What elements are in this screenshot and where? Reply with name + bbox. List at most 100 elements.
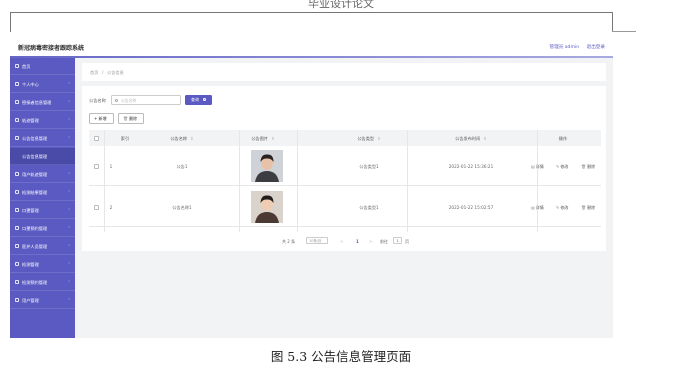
row-checkbox[interactable] — [94, 163, 99, 169]
column-header[interactable]: 公告名称 ⇕ — [170, 136, 193, 141]
column-header-label: 索引 — [120, 135, 130, 141]
row-action-detail-button[interactable]: ▤详情 — [531, 205, 544, 210]
menu-icon — [15, 262, 19, 266]
sidebar-item[interactable]: 个人中心 ˅ — [10, 76, 75, 93]
search-input[interactable]: 公告名称 — [111, 95, 181, 105]
next-page-button[interactable]: > — [369, 239, 372, 244]
content-panel: 公告名称 公告名称 查询 + 新增 🗑 删除 索引 公告名称 ⇕ 公告图片 ⇕ 公告类型 ⇕… — [82, 86, 606, 251]
sidebar-item[interactable]: 首页 — [10, 58, 75, 75]
sidebar-item-label: 检测结果管理 — [22, 190, 48, 195]
sidebar-item-label: 口罩管理 — [22, 208, 39, 213]
search-label: 公告名称 — [89, 98, 106, 103]
row-action-delete-button[interactable]: 🗑删除 — [581, 164, 595, 169]
query-button-label: 查询 — [191, 97, 199, 102]
sidebar-item-label: 口罩预约管理 — [22, 226, 48, 231]
menu-icon — [15, 226, 19, 230]
add-button-label: + 新增 — [94, 116, 107, 121]
chevron-down-icon: ˅ — [68, 118, 70, 123]
menu-icon — [15, 82, 19, 86]
sidebar-item[interactable]: 用户管理 ˅ — [10, 292, 75, 309]
announcement-image[interactable] — [251, 191, 283, 223]
app-title: 新冠病毒密接者跟踪系统 — [18, 45, 85, 52]
column-header[interactable]: 索引 — [121, 136, 129, 141]
sidebar-item[interactable]: 口罩管理 ˅ — [10, 202, 75, 219]
row-action-label: 修改 — [560, 205, 569, 210]
search-icon — [115, 98, 118, 102]
row-action-edit-button[interactable]: ✎修改 — [556, 205, 568, 210]
menu-icon — [15, 136, 19, 140]
logout-link[interactable]: 退出登录 — [587, 45, 605, 50]
sidebar-item-label: 检测预约管理 — [22, 280, 48, 285]
sort-icon: ⇕ — [190, 135, 194, 141]
column-header[interactable]: 公告图片 ⇕ — [251, 136, 274, 141]
sidebar-item[interactable]: 轨迹管理 ˅ — [10, 112, 75, 129]
chevron-down-icon: ˅ — [68, 226, 70, 231]
sidebar-item[interactable]: 检测管理 ˅ — [10, 256, 75, 273]
page-unit-label: 页 — [405, 238, 409, 244]
sidebar-item-label: 用户管理 — [22, 298, 39, 303]
breadcrumb-home[interactable]: 首页 — [90, 70, 98, 75]
sidebar-item-label: 公告信息管理 — [22, 136, 48, 141]
sidebar-item[interactable]: 检测结果管理 ˅ — [10, 184, 75, 201]
data-table: 索引 公告名称 ⇕ 公告图片 ⇕ 公告类型 ⇕ 公告发布时间 ⇕ 操作 1 公告1 公告类型1 2022… — [89, 130, 601, 232]
row-action-label: 详情 — [535, 164, 544, 169]
column-header-label: 公告发布时间 — [455, 135, 481, 141]
search-placeholder: 公告名称 — [121, 97, 137, 103]
sort-icon: ⇕ — [271, 135, 275, 141]
add-button[interactable]: + 新增 — [89, 113, 114, 124]
admin-label: 管理员 admin — [549, 45, 580, 50]
doc-margin-mark-left — [10, 12, 11, 32]
page-number-current[interactable]: 1 — [356, 239, 359, 244]
page-size-select[interactable]: 10条/页 — [306, 237, 328, 244]
goto-page-input[interactable]: 1 — [393, 237, 402, 244]
chevron-up-icon: ˄ — [68, 136, 70, 141]
top-bar: 新冠病毒密接者跟踪系统 管理员 admin 退出登录 — [10, 38, 613, 56]
sidebar-item[interactable]: 检测预约管理 ˅ — [10, 274, 75, 291]
menu-icon — [15, 172, 19, 176]
sidebar-item[interactable]: 口罩预约管理 ˅ — [10, 220, 75, 237]
sidebar-item-label: 检测管理 — [22, 262, 39, 267]
pagination: 共 2 条 10条/页 < 1 > 前往 1 页 — [82, 236, 606, 246]
breadcrumb: 首页 / 公告信息 — [82, 63, 606, 81]
sort-icon: ⇕ — [377, 135, 381, 141]
sidebar-item[interactable]: 医护人员管理 ˅ — [10, 238, 75, 255]
select-all-checkbox[interactable] — [94, 135, 99, 141]
detail-icon: ▤ — [531, 205, 535, 210]
table-row: 1 公告1 公告类型1 2022-01-22 15:36:21 ▤详情 ✎修改 🗑删除 — [89, 146, 601, 186]
column-header[interactable]: 公告发布时间 ⇕ — [455, 136, 487, 141]
column-header-label: 公告图片 — [251, 135, 269, 141]
row-checkbox[interactable] — [94, 204, 99, 210]
menu-icon — [15, 244, 19, 248]
row-action-detail-button[interactable]: ▤详情 — [531, 164, 544, 169]
announcement-image[interactable] — [251, 150, 283, 182]
column-header[interactable]: 操作 — [559, 136, 567, 141]
row-action-edit-button[interactable]: ✎修改 — [556, 164, 568, 169]
delete-icon: 🗑 — [123, 116, 129, 121]
sidebar-subitem[interactable]: 公告信息管理 — [10, 148, 75, 165]
column-header[interactable]: 公告类型 ⇕ — [357, 136, 380, 141]
menu-icon — [15, 280, 19, 284]
goto-label: 前往 — [380, 238, 388, 244]
chevron-down-icon: ˅ — [68, 190, 70, 195]
breadcrumb-current: 公告信息 — [107, 70, 124, 75]
delete-button-label: 删除 — [129, 116, 137, 121]
sidebar-item[interactable]: 密接者信息管理 ˅ — [10, 94, 75, 111]
sidebar-item[interactable]: 用户轨迹管理 ˅ — [10, 166, 75, 183]
doc-margin-mark-right-horizontal — [612, 31, 636, 32]
delete-button[interactable]: 🗑 删除 — [118, 113, 144, 124]
top-right-links: 管理员 admin 退出登录 — [544, 44, 606, 50]
row-action-delete-button[interactable]: 🗑删除 — [581, 205, 595, 210]
sidebar-item[interactable]: 公告信息管理 ˄ — [10, 130, 75, 147]
column-header-label: 操作 — [558, 135, 568, 141]
chevron-down-icon: ˅ — [68, 82, 70, 87]
sort-icon: ⇕ — [483, 135, 487, 141]
cell-index: 2 — [109, 205, 113, 210]
chevron-down-icon: ˅ — [68, 262, 70, 267]
menu-icon — [15, 208, 19, 212]
prev-page-button[interactable]: < — [340, 239, 343, 244]
query-button[interactable]: 查询 — [185, 95, 212, 105]
figure-caption: 图 5.3 公告信息管理页面 — [270, 349, 412, 364]
app-screenshot: 新冠病毒密接者跟踪系统 管理员 admin 退出登录 首页 个人中心 ˅ 密接者信息管… — [10, 38, 613, 338]
edit-icon: ✎ — [556, 205, 560, 210]
cell-type: 公告类型1 — [359, 164, 379, 169]
